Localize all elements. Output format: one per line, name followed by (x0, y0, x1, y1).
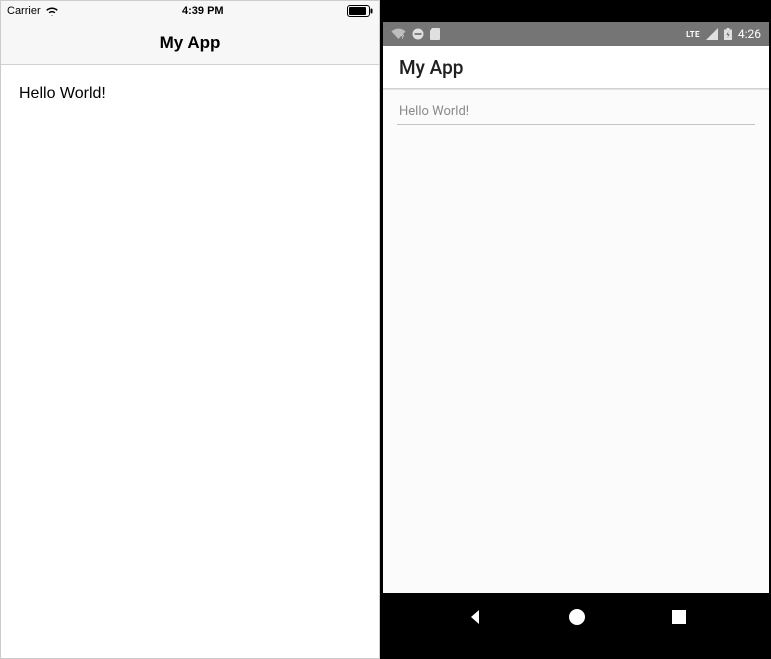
ios-device-frame: Carrier 4:39 PM My App (0, 0, 380, 659)
android-device-frame: ? LTE (383, 0, 769, 659)
android-navigation-bar (383, 593, 769, 641)
recents-button[interactable] (670, 608, 688, 626)
ios-content-area (1, 65, 379, 123)
clock-label: 4:26 (738, 27, 761, 41)
android-bezel-bottom (383, 641, 769, 659)
svg-text:?: ? (401, 34, 404, 40)
battery-charging-icon (724, 28, 732, 40)
wifi-icon (45, 6, 59, 16)
wifi-off-icon: ? (391, 28, 406, 40)
battery-icon (347, 5, 373, 17)
hello-text-input[interactable] (397, 100, 755, 125)
cellular-signal-icon (706, 28, 718, 40)
ios-nav-bar: My App (1, 21, 379, 65)
home-button[interactable] (566, 606, 588, 628)
sd-card-icon (430, 28, 440, 40)
android-toolbar: My App (383, 46, 769, 88)
page-title: My App (160, 33, 221, 53)
android-content-area (383, 90, 769, 593)
do-not-disturb-icon (412, 28, 424, 40)
carrier-label: Carrier (7, 5, 41, 17)
page-title: My App (399, 56, 463, 79)
android-status-bar: ? LTE (383, 22, 769, 46)
android-bezel-top (383, 0, 769, 22)
network-type-label: LTE (686, 30, 700, 39)
back-button[interactable] (465, 607, 485, 627)
clock-label: 4:39 PM (182, 5, 224, 17)
ios-status-bar: Carrier 4:39 PM (1, 1, 379, 21)
hello-text-input[interactable] (19, 85, 361, 103)
